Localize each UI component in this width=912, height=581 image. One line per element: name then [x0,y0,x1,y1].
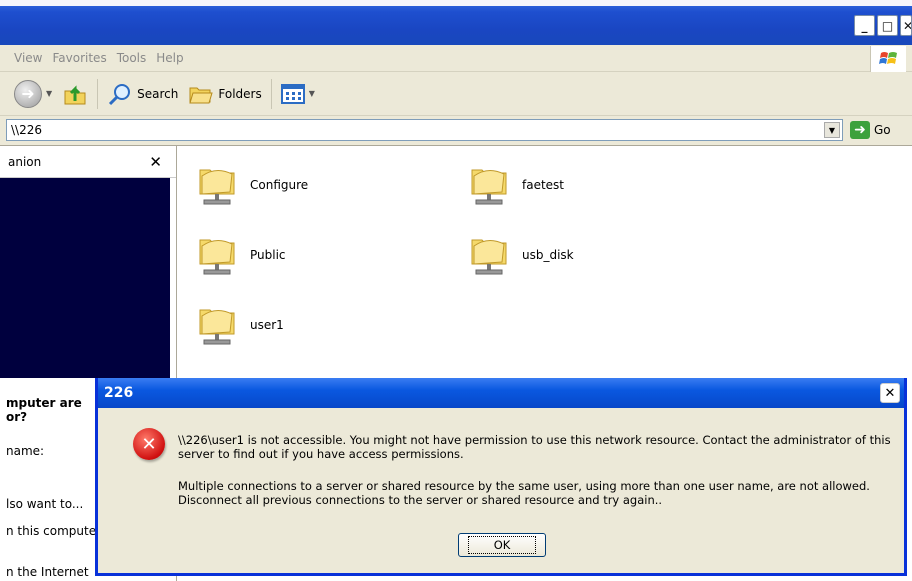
folders-label: Folders [218,86,262,101]
toolbar: ➜ ▼ Search Folders ▼ [0,72,912,116]
network-share-icon [196,302,238,348]
shared-folder-configure[interactable]: Configure [196,162,308,208]
up-folder-icon [64,84,86,104]
network-share-icon [468,232,510,278]
search-button[interactable]: Search [102,81,183,107]
forward-arrow-icon: ➜ [14,79,42,108]
companion-pane-header: anion ✕ [0,146,176,178]
close-icon[interactable]: ✕ [149,153,162,171]
menu-tools[interactable]: Tools [112,51,152,65]
companion-animation-area [0,178,170,378]
error-dialog: 226 ✕ ✕ \\226\user1 is not accessible. Y… [95,378,907,576]
menu-view[interactable]: View [0,51,47,65]
close-button[interactable]: ✕ [900,15,912,36]
go-button[interactable]: ➜ Go [850,121,891,139]
dialog-title-bar[interactable]: 226 ✕ [98,378,904,408]
network-share-icon [468,162,510,208]
dialog-message-2: Multiple connections to a server or shar… [178,479,870,507]
ok-label: OK [467,536,537,554]
dialog-message-1: \\226\user1 is not accessible. You might… [178,433,891,461]
companion-question-line1: mputer are [6,396,82,410]
network-share-icon [196,232,238,278]
dialog-title: 226 [104,385,134,401]
name-label: name: [6,444,45,458]
companion-pane-title: anion [8,154,42,169]
toolbar-separator [97,78,99,109]
folder-name: usb_disk [522,248,574,262]
go-arrow-icon: ➜ [850,121,870,139]
up-folder-button[interactable] [57,81,93,107]
views-button[interactable]: ▼ [276,83,320,105]
companion-question-line2: or? [6,410,28,424]
ok-button[interactable]: OK [458,533,546,557]
go-label: Go [874,123,891,137]
address-value: \\226 [11,123,42,137]
chevron-down-icon: ▼ [308,89,315,98]
folder-name: user1 [250,318,284,332]
shared-folder-public[interactable]: Public [196,232,286,278]
folders-icon [189,87,214,103]
window-title-bar[interactable]: _ □ ✕ [0,0,912,45]
menu-help[interactable]: Help [151,51,188,65]
folder-name: Configure [250,178,309,192]
network-share-icon [196,162,238,208]
menu-favorites[interactable]: Favorites [47,51,111,65]
address-dropdown-button[interactable]: ▼ [824,122,840,138]
folder-name: faetest [522,178,565,192]
forward-button[interactable]: ➜ ▼ [0,79,57,108]
error-icon: ✕ [133,428,165,460]
toolbar-separator [270,78,272,109]
folder-name: Public [250,248,286,262]
search-label: Search [137,86,179,101]
folders-button[interactable]: Folders [183,82,266,106]
address-bar: \\226 ▼ ➜ Go [0,116,912,146]
shared-folder-faetest[interactable]: faetest [468,162,564,208]
chevron-down-icon: ▼ [46,89,53,98]
views-icon [280,83,305,104]
maximize-button[interactable]: □ [877,15,898,36]
shared-folder-usb-disk[interactable]: usb_disk [468,232,574,278]
internet-link[interactable]: n the Internet [6,565,89,579]
address-input[interactable]: \\226 ▼ [6,119,843,141]
menu-bar: View Favorites Tools Help [0,45,912,72]
shared-folder-user1[interactable]: user1 [196,302,284,348]
search-icon [109,83,131,105]
this-computer-link[interactable]: n this compute [6,524,96,538]
windows-logo-icon [870,46,906,72]
minimize-button[interactable]: _ [854,15,875,36]
also-want-link[interactable]: lso want to... [6,497,83,511]
dialog-close-button[interactable]: ✕ [880,383,900,403]
